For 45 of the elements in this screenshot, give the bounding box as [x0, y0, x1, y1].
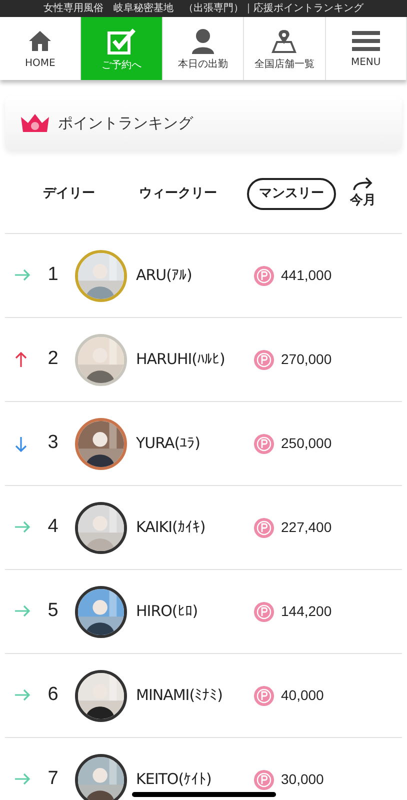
- nav-tab[interactable]: MENU: [326, 17, 407, 80]
- heading-title: ポイントランキング: [58, 112, 193, 134]
- rank-number: 4: [46, 515, 60, 540]
- point-icon: [254, 686, 274, 706]
- points-value: 250,000: [281, 434, 332, 453]
- rank-number: 6: [46, 683, 60, 708]
- cast-name[interactable]: YURA(ﾕﾗ): [136, 432, 254, 455]
- period-tab[interactable]: ウィークリー: [123, 178, 233, 210]
- forward-arrow-icon: [352, 176, 374, 191]
- points-value: 270,000: [281, 350, 332, 369]
- point-icon: [254, 350, 274, 370]
- nav-tab[interactable]: 本日の出勤: [162, 17, 244, 80]
- points-value: 227,400: [281, 518, 332, 537]
- point-icon: [254, 266, 274, 286]
- checkbox-icon: [106, 26, 137, 54]
- cast-name[interactable]: KAIKI(ｶｲｷ): [136, 516, 254, 539]
- period-tab[interactable]: デイリー: [29, 178, 109, 210]
- point-icon: [254, 518, 274, 538]
- rank-number: 3: [46, 431, 60, 456]
- period-tab[interactable]: マンスリー: [247, 178, 336, 210]
- points-value: 144,200: [281, 602, 332, 621]
- point-icon: [254, 434, 274, 454]
- person-icon: [191, 28, 216, 54]
- nav-tab[interactable]: 全国店舗一覧: [244, 17, 326, 80]
- top-bar-title: 女性専用風俗 岐阜秘密基地 （出張専門）｜応援ポイントランキング: [44, 4, 364, 14]
- menu-icon: [352, 30, 380, 52]
- cast-name[interactable]: MINAMI(ﾐﾅﾐ): [136, 684, 254, 707]
- rank-number: 1: [46, 263, 60, 288]
- nav-tab[interactable]: HOME: [0, 17, 82, 80]
- crown-icon: [20, 113, 50, 133]
- points-value: 40,000: [281, 686, 324, 705]
- points-value: 441,000: [281, 266, 332, 285]
- this-month-link[interactable]: 今月: [350, 176, 376, 210]
- map-pin-icon: [271, 28, 298, 54]
- rank-number: 7: [46, 767, 60, 792]
- home-icon: [28, 28, 52, 52]
- cast-name[interactable]: HIRO(ﾋﾛ): [136, 600, 254, 623]
- rank-number: 2: [46, 347, 60, 372]
- cast-name[interactable]: KEITO(ｹｲﾄ): [136, 768, 254, 791]
- point-icon: [254, 602, 274, 622]
- cast-name[interactable]: ARU(ｱﾙ): [136, 264, 254, 287]
- points-value: 30,000: [281, 770, 324, 789]
- rank-number: 5: [46, 599, 60, 624]
- point-icon: [254, 770, 274, 790]
- cast-name[interactable]: HARUHI(ﾊﾙﾋ): [136, 348, 254, 371]
